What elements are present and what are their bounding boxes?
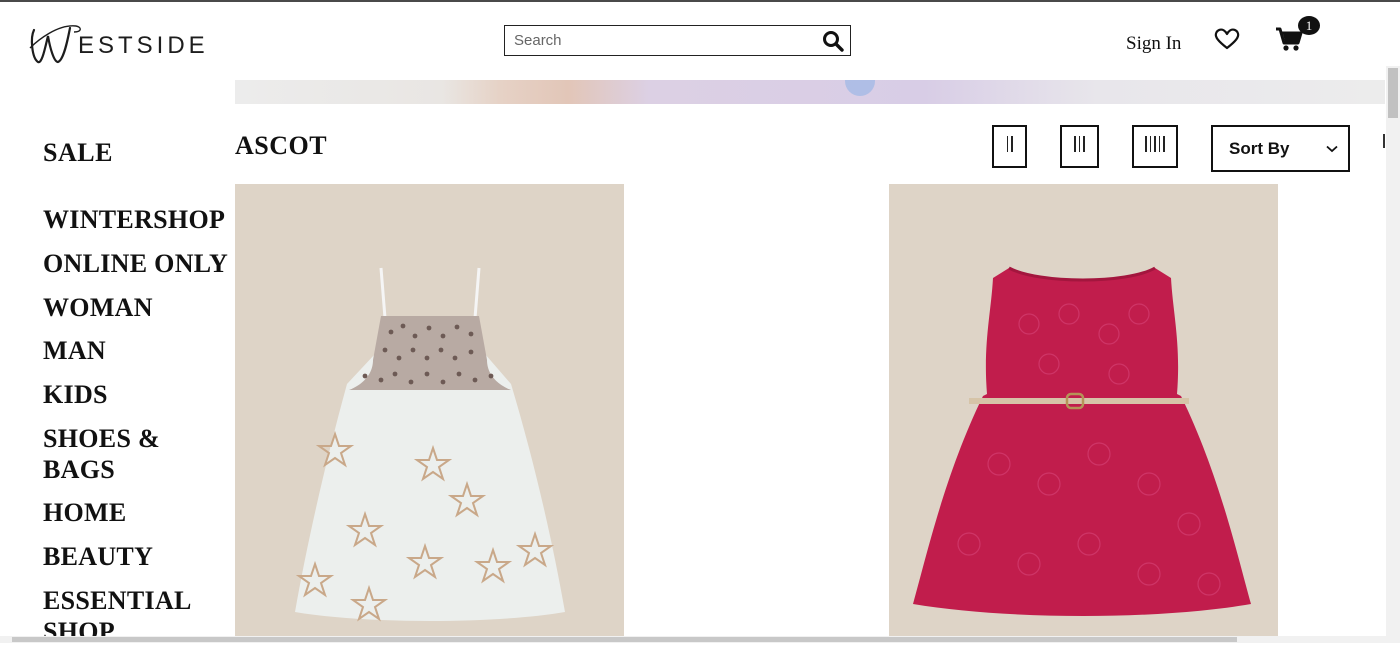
product-image-white-dress — [295, 267, 565, 622]
horizontal-scrollbar[interactable] — [0, 636, 1400, 643]
sidebar-item-shoes-bags[interactable]: SHOES & — [43, 423, 160, 454]
window-top-border — [0, 0, 1400, 2]
grid-3-column-button[interactable] — [1060, 125, 1099, 168]
sidebar-item-shoes-bags-line2[interactable]: BAGS — [43, 454, 115, 485]
logo-w-icon — [29, 25, 81, 64]
sidebar-item-woman[interactable]: WOMAN — [43, 292, 153, 323]
sort-by-label: Sort By — [1229, 138, 1290, 158]
category-title: ASCOT — [235, 131, 328, 160]
sidebar-item-home[interactable]: HOME — [43, 497, 127, 528]
sidebar-item-man[interactable]: MAN — [43, 335, 106, 366]
filter-edge-marker — [1383, 134, 1385, 148]
grid-2-column-button[interactable] — [992, 125, 1027, 168]
search-input[interactable] — [505, 27, 816, 54]
5-column-grid-icon — [1144, 136, 1167, 157]
sidebar-item-sale[interactable]: SALE — [43, 138, 113, 168]
sidebar-item-online-only[interactable]: ONLINE ONLY — [43, 248, 228, 279]
sidebar-item-essential-shop[interactable]: ESSENTIAL — [43, 585, 192, 616]
vertical-scrollbar[interactable] — [1386, 66, 1400, 636]
logo-wordmark: ESTSIDE — [78, 32, 209, 59]
product-card-red-lace-dress[interactable] — [889, 184, 1278, 636]
sidebar-item-kids[interactable]: KIDS — [43, 379, 108, 410]
banner-heart-graphic — [845, 80, 875, 96]
sign-in-link[interactable]: Sign In — [1126, 33, 1181, 55]
search-icon[interactable] — [816, 26, 850, 55]
vertical-scroll-thumb[interactable] — [1388, 68, 1398, 118]
sort-by-dropdown[interactable]: Sort By — [1211, 125, 1350, 172]
product-card-white-sequin-dress[interactable] — [235, 184, 624, 636]
product-image-red-dress — [913, 266, 1251, 616]
cart-count-badge: 1 — [1298, 16, 1320, 35]
hero-banner[interactable] — [235, 80, 1385, 104]
westside-logo[interactable]: ESTSIDE — [28, 18, 209, 68]
sidebar-item-wintershop[interactable]: WINTERSHOP — [43, 204, 225, 235]
horizontal-scroll-thumb[interactable] — [12, 637, 1237, 642]
sidebar-item-beauty[interactable]: BEAUTY — [43, 541, 153, 572]
chevron-down-icon — [1326, 145, 1338, 152]
search-box[interactable] — [504, 25, 851, 56]
grid-5-column-button[interactable] — [1132, 125, 1178, 168]
2-column-grid-icon — [1005, 136, 1014, 157]
wishlist-heart-icon[interactable] — [1214, 27, 1240, 51]
3-column-grid-icon — [1073, 136, 1087, 157]
